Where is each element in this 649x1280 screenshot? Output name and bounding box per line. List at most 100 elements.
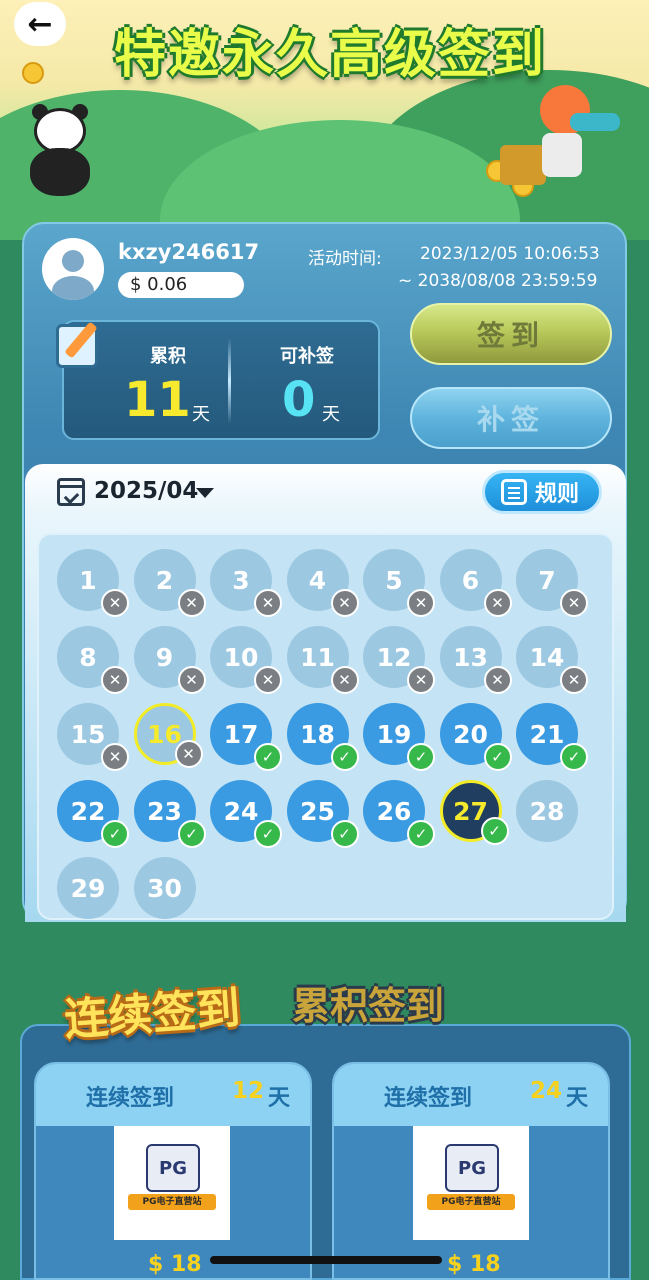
calendar-icon bbox=[57, 478, 85, 506]
pg-logo-image: PG PG电子直营站 bbox=[114, 1126, 230, 1240]
calendar-day[interactable]: 13 ✕ bbox=[439, 626, 512, 694]
calendar-day[interactable]: 4 ✕ bbox=[286, 549, 359, 617]
calendar-day[interactable]: 18 ✓ bbox=[286, 703, 359, 771]
calendar-day[interactable]: 17 ✓ bbox=[210, 703, 282, 771]
calendar-day[interactable]: 24 ✓ bbox=[210, 780, 282, 848]
activity-start-time: 2023/12/05 10:06:53 bbox=[420, 244, 600, 264]
calendar-day[interactable]: 6 ✕ bbox=[439, 549, 512, 617]
rules-button[interactable]: 规则 bbox=[482, 470, 602, 514]
calendar-day-number: 20 bbox=[453, 719, 488, 749]
reward-unit: 天 bbox=[268, 1086, 291, 1111]
calendar-day-number: 29 bbox=[70, 873, 106, 903]
calendar-day[interactable]: 22 ✓ bbox=[57, 780, 129, 848]
reward-days: 24 bbox=[530, 1078, 563, 1104]
calendar-day-number: 9 bbox=[155, 642, 174, 672]
calendar-day[interactable]: 21 ✓ bbox=[516, 703, 588, 771]
user-avatar-icon bbox=[42, 238, 104, 300]
makeup-sign-button[interactable]: 补签 bbox=[410, 387, 612, 449]
calendar-day[interactable]: 7 ✕ bbox=[516, 549, 588, 617]
missed-x-icon: ✕ bbox=[177, 589, 206, 617]
calendar-day[interactable]: 5 ✕ bbox=[363, 549, 435, 617]
calendar-day[interactable]: 20 ✓ bbox=[439, 703, 512, 771]
notebook-pen-icon bbox=[50, 318, 106, 372]
list-icon bbox=[501, 479, 527, 505]
calendar-day-number: 3 bbox=[232, 565, 250, 595]
checkmark-icon: ✓ bbox=[101, 820, 129, 848]
missed-x-icon: ✕ bbox=[407, 666, 435, 694]
calendar-day[interactable]: 2 ✕ bbox=[133, 549, 206, 617]
calendar-day-number: 8 bbox=[79, 642, 97, 672]
balance-display: $ 0.06 bbox=[118, 272, 244, 298]
sign-in-button[interactable]: 签到 bbox=[410, 303, 612, 365]
pg-logo-image: PG PG电子直营站 bbox=[413, 1126, 529, 1240]
calendar-day[interactable]: 25 ✓ bbox=[286, 780, 359, 848]
calendar-day[interactable]: 26 ✓ bbox=[363, 780, 435, 848]
calendar-day-number: 11 bbox=[300, 642, 335, 672]
calendar-day[interactable]: 3 ✕ bbox=[210, 549, 282, 617]
chevron-down-icon[interactable] bbox=[196, 488, 214, 498]
calendar-day[interactable]: 11 ✕ bbox=[286, 626, 359, 694]
back-button[interactable]: ← bbox=[14, 2, 66, 46]
calendar-day-number: 19 bbox=[376, 719, 412, 749]
calendar-day-number: 15 bbox=[70, 719, 106, 749]
home-indicator[interactable] bbox=[210, 1256, 442, 1264]
month-selector[interactable]: 2025/04 bbox=[94, 478, 198, 504]
makeup-available-days: 0 bbox=[282, 372, 316, 428]
checkmark-icon: ✓ bbox=[407, 820, 435, 848]
arrow-left-icon: ← bbox=[27, 6, 53, 42]
calendar-day[interactable]: 28 bbox=[516, 780, 578, 842]
calendar-day[interactable]: 8 ✕ bbox=[57, 626, 129, 694]
calendar-day-number: 30 bbox=[147, 873, 182, 903]
squid-girl-mascot-icon bbox=[500, 85, 620, 195]
missed-x-icon: ✕ bbox=[254, 666, 282, 694]
calendar-day-number: 12 bbox=[376, 642, 412, 672]
calendar-day[interactable]: 19 ✓ bbox=[363, 703, 435, 771]
calendar-day[interactable]: 15 ✕ bbox=[57, 703, 129, 771]
calendar-day-number: 16 bbox=[147, 719, 182, 749]
calendar-day-number: 24 bbox=[223, 796, 259, 826]
calendar-day[interactable]: 1 ✕ bbox=[57, 549, 129, 617]
makeup-available-unit: 天 bbox=[322, 404, 340, 425]
calendar-day-number: 21 bbox=[529, 719, 565, 749]
calendar-day-number: 5 bbox=[385, 565, 403, 595]
calendar-day[interactable]: 23 ✓ bbox=[133, 780, 206, 848]
calendar-day-number: 2 bbox=[155, 565, 174, 595]
calendar-day-number: 27 bbox=[453, 796, 488, 826]
checkmark-icon: ✓ bbox=[407, 743, 435, 771]
page-title: 特邀永久高级签到 bbox=[113, 25, 546, 85]
reward-title: 连续签到 bbox=[384, 1086, 473, 1111]
checkmark-icon: ✓ bbox=[480, 817, 509, 845]
checkmark-icon: ✓ bbox=[254, 743, 282, 771]
reward-title: 连续签到 bbox=[86, 1086, 175, 1111]
calendar-day-number: 14 bbox=[529, 642, 565, 672]
missed-x-icon: ✕ bbox=[330, 589, 359, 617]
calendar-day[interactable]: 16 ✕ bbox=[133, 703, 203, 768]
calendar-day-number: 6 bbox=[461, 565, 480, 595]
pg-logo-icon: PG bbox=[146, 1144, 200, 1192]
calendar-day-number: 28 bbox=[529, 796, 565, 826]
calendar-day-number: 22 bbox=[70, 796, 106, 826]
missed-x-icon: ✕ bbox=[483, 589, 512, 617]
activity-end-time: ~ 2038/08/08 23:59:59 bbox=[398, 271, 598, 291]
reward-amount: $ 18 bbox=[148, 1252, 202, 1277]
reward-unit: 天 bbox=[566, 1086, 589, 1111]
calendar-day[interactable]: 27 ✓ bbox=[439, 780, 509, 845]
calendar-day-number: 7 bbox=[538, 565, 556, 595]
missed-x-icon: ✕ bbox=[560, 589, 588, 617]
calendar-day[interactable]: 14 ✕ bbox=[516, 626, 588, 694]
calendar-day-number: 1 bbox=[79, 565, 97, 595]
tab-accumulated-signin[interactable]: 累积签到 bbox=[292, 975, 444, 1030]
checkmark-icon: ✓ bbox=[560, 743, 588, 771]
calendar-day[interactable]: 30 bbox=[133, 857, 196, 919]
calendar-day[interactable]: 9 ✕ bbox=[133, 626, 206, 694]
calendar-day[interactable]: 12 ✕ bbox=[363, 626, 435, 694]
accumulated-unit: 天 bbox=[192, 404, 210, 425]
username: kxzy246617 bbox=[118, 240, 260, 264]
calendar-day-number: 18 bbox=[300, 719, 335, 749]
calendar-day[interactable]: 29 bbox=[57, 857, 119, 919]
tab-consecutive-signin[interactable]: 连续签到 bbox=[62, 972, 242, 1048]
calendar-day[interactable]: 10 ✕ bbox=[210, 626, 282, 694]
missed-x-icon: ✕ bbox=[174, 740, 203, 768]
missed-x-icon: ✕ bbox=[407, 589, 435, 617]
missed-x-icon: ✕ bbox=[177, 666, 206, 694]
